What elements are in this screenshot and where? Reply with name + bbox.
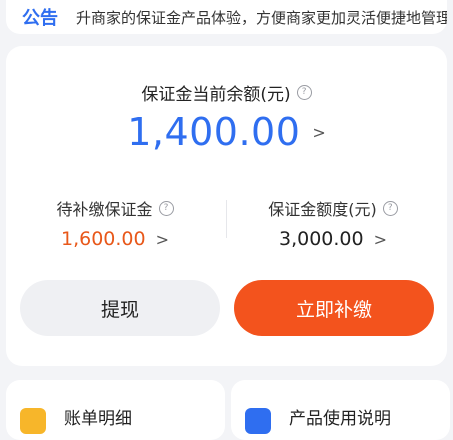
withdraw-button[interactable]: 提现 (20, 280, 220, 336)
help-icon[interactable]: ? (158, 200, 174, 216)
balance-amount: 1,400.00 (127, 110, 301, 154)
product-guide-card[interactable]: 产品使用说明 (231, 380, 450, 440)
balance-amount-link[interactable]: 1,400.00 > (6, 110, 447, 154)
balance-label: 保证金当前余额(元) (141, 85, 291, 105)
guide-icon (245, 408, 271, 434)
pay-now-button[interactable]: 立即补缴 (234, 280, 434, 336)
notice-text: 升商家的保证金产品体验，方便商家更加灵活便捷地管理 (76, 8, 447, 27)
pending-amount: 1,600.00 (60, 228, 146, 250)
chevron-right-icon: > (155, 229, 169, 249)
pending-label: 待补缴保证金 (56, 200, 153, 219)
bill-details-card[interactable]: 账单明细 (6, 380, 225, 440)
help-icon[interactable]: ? (296, 85, 312, 100)
chevron-right-icon: > (373, 229, 387, 249)
bill-details-label: 账单明细 (64, 409, 132, 429)
bill-icon (20, 408, 46, 434)
stat-divider (226, 200, 227, 238)
quota-amount: 3,000.00 (278, 228, 364, 250)
balance-label-row: 保证金当前余额(元) ? (6, 80, 447, 105)
deposit-quota[interactable]: 保证金额度(元) ? 3,000.00 > (228, 196, 438, 250)
chevron-right-icon: > (312, 122, 326, 142)
help-icon[interactable]: ? (382, 200, 398, 216)
quota-label: 保证金额度(元) (268, 200, 377, 219)
product-guide-label: 产品使用说明 (289, 409, 391, 429)
notice-bar[interactable]: 公告 升商家的保证金产品体验，方便商家更加灵活便捷地管理 (6, 0, 447, 34)
notice-tag: 公告 (22, 8, 58, 29)
deposit-card: 保证金当前余额(元) ? 1,400.00 > 待补缴保证金 ? 1,600.0… (6, 46, 447, 366)
pending-deposit[interactable]: 待补缴保证金 ? 1,600.00 > (10, 196, 220, 250)
